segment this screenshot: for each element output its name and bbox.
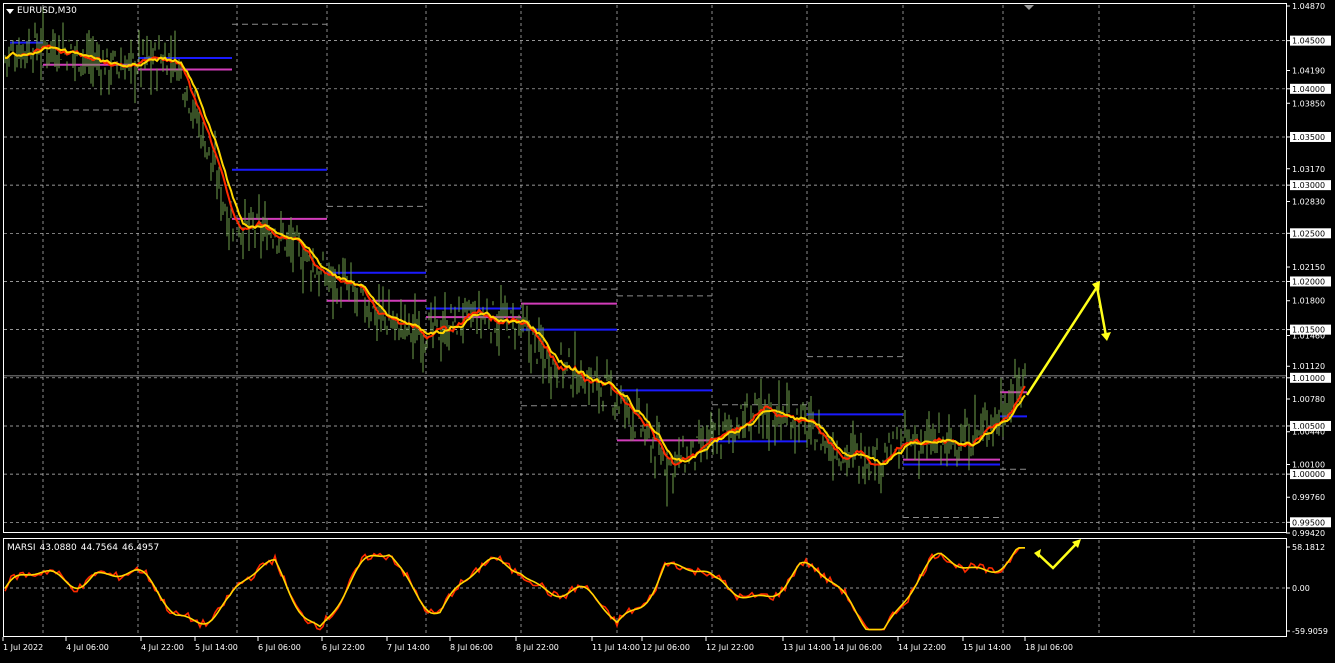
price-tick-label: 0.99420 — [1292, 529, 1325, 538]
indicator-value-2: 44.7564 — [80, 543, 118, 553]
main-panel-frame — [3, 3, 1287, 533]
time-axis: 1 Jul 2022 4 Jul 06:00 4 Jul 22:00 5 Jul 14… — [2, 637, 1073, 652]
time-tick-label: 18 Jul 06:00 — [1025, 643, 1073, 652]
price-tick-label: 1.01460 — [1292, 331, 1325, 340]
indicator-header: MARSI 43.0880 44.7564 46.4957 — [7, 543, 163, 553]
time-tick-label: 12 Jul 22:00 — [706, 643, 754, 652]
price-tick-label: 1.03500 — [1292, 133, 1325, 142]
price-tick-label: 1.02830 — [1292, 198, 1325, 207]
chart-header: EURUSD,M30 — [6, 6, 77, 16]
indicator-name: MARSI — [7, 543, 36, 553]
time-tick-label: 14 Jul 22:00 — [898, 643, 946, 652]
chart-window[interactable]: 1.04870 1.04500 1.04190 1.04000 1.03850 1.035… — [0, 0, 1335, 659]
chart-canvas[interactable]: 1.04870 1.04500 1.04190 1.04000 1.03850 1.035… — [0, 0, 1335, 659]
time-tick-label: 4 Jul 22:00 — [141, 643, 184, 652]
price-tick-label: 1.02500 — [1292, 229, 1325, 238]
indicator-tick-label: 58.1812 — [1292, 543, 1325, 552]
time-tick-label: 6 Jul 22:00 — [322, 643, 365, 652]
price-tick-label: 1.04870 — [1292, 2, 1325, 11]
price-tick-label: 1.00100 — [1292, 460, 1325, 469]
price-tick-label: 1.03850 — [1292, 99, 1325, 108]
indicator-axis: 58.1812 0.00 -59.9059 — [1286, 543, 1328, 636]
price-tick-label: 1.02000 — [1292, 277, 1325, 286]
dropdown-triangle-icon[interactable] — [6, 8, 14, 14]
price-tick-label: 1.03170 — [1292, 165, 1325, 174]
time-tick-label: 15 Jul 14:00 — [963, 643, 1011, 652]
price-tick-label: 1.00440 — [1292, 428, 1325, 437]
price-tick-label: 1.03000 — [1292, 181, 1325, 190]
time-tick-label: 1 Jul 2022 — [3, 643, 43, 652]
time-tick-label: 6 Jul 06:00 — [258, 643, 301, 652]
symbol-label: EURUSD,M30 — [17, 6, 77, 16]
time-tick-label: 12 Jul 06:00 — [642, 643, 690, 652]
time-tick-label: 8 Jul 22:00 — [516, 643, 559, 652]
price-tick-label: 1.04500 — [1292, 37, 1325, 46]
indicator-tick-label: -59.9059 — [1292, 627, 1328, 636]
price-tick-label: 0.99760 — [1292, 493, 1325, 502]
indicator-value-3: 46.4957 — [121, 543, 160, 553]
price-tick-label: 1.00780 — [1292, 395, 1325, 404]
time-tick-label: 11 Jul 14:00 — [592, 643, 640, 652]
time-tick-label: 5 Jul 14:00 — [195, 643, 238, 652]
time-tick-label: 14 Jul 06:00 — [834, 643, 882, 652]
time-tick-label: 7 Jul 14:00 — [387, 643, 430, 652]
time-tick-label: 13 Jul 14:00 — [783, 643, 831, 652]
time-tick-label: 8 Jul 06:00 — [450, 643, 493, 652]
price-tick-label: 1.04000 — [1292, 85, 1325, 94]
time-tick-label: 4 Jul 06:00 — [66, 643, 109, 652]
indicator-tick-label: 0.00 — [1292, 584, 1310, 593]
price-tick-label: 1.01800 — [1292, 297, 1325, 306]
price-tick-label: 1.01120 — [1292, 362, 1325, 371]
price-axis: 1.04870 1.04500 1.04190 1.04000 1.03850 1.035… — [1286, 2, 1331, 538]
price-tick-label: 1.04190 — [1292, 67, 1325, 76]
price-tick-label: 1.02150 — [1292, 263, 1325, 272]
price-tick-label: 1.01000 — [1292, 374, 1325, 383]
indicator-value-1: 43.0880 — [39, 543, 77, 553]
price-tick-label: 1.00000 — [1292, 470, 1325, 479]
price-tick-label: 0.99500 — [1292, 518, 1325, 527]
